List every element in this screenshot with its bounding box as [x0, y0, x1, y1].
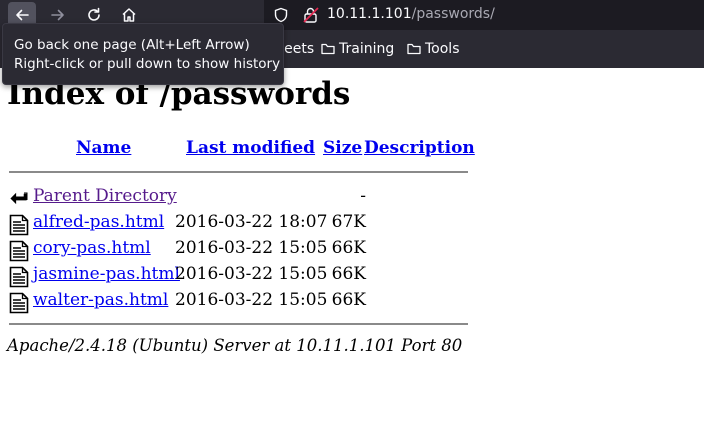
divider-bottom — [9, 323, 468, 325]
file-link-jasmine[interactable]: jasmine-pas.html — [33, 264, 180, 284]
column-header-last-modified[interactable]: Last modified — [186, 138, 315, 158]
tooltip-line-2: Right-click or pull down to show history — [14, 56, 281, 72]
text-file-icon — [9, 266, 29, 293]
arrow-left-icon — [16, 9, 29, 21]
list-item: jasmine-pas.html 2016-03-22 15:05 66K — [9, 264, 479, 288]
bookmark-label: Tools — [425, 41, 460, 57]
parent-directory-link[interactable]: Parent Directory — [33, 186, 177, 206]
file-link-alfred[interactable]: alfred-pas.html — [33, 212, 164, 232]
url-path: /passwords/ — [411, 6, 495, 22]
home-icon — [122, 8, 136, 22]
bookmark-folder-tools[interactable]: Tools — [407, 41, 460, 57]
size-cell: 66K — [331, 264, 366, 284]
url-host: 10.11.1.101 — [327, 6, 412, 22]
column-header-name[interactable]: Name — [76, 138, 131, 158]
folder-icon — [407, 43, 421, 55]
arrow-right-icon — [51, 9, 64, 21]
text-file-icon — [9, 292, 29, 319]
size-cell: - — [360, 186, 366, 206]
back-button-tooltip: Go back one page (Alt+Left Arrow) Right-… — [2, 23, 284, 85]
address-bar[interactable]: 10.11.1.101/passwords/ — [264, 0, 704, 30]
text-file-icon — [9, 240, 29, 267]
reload-icon — [88, 7, 100, 21]
folder-icon — [321, 43, 335, 55]
back-arrow-icon — [9, 188, 29, 213]
list-item: Parent Directory - — [9, 186, 479, 210]
modified-cell: 2016-03-22 15:05 — [175, 290, 328, 310]
insecure-lock-icon[interactable] — [302, 6, 320, 28]
size-cell: 67K — [331, 212, 366, 232]
size-cell: 66K — [331, 238, 366, 258]
bookmark-label: Training — [339, 41, 395, 57]
file-link-cory[interactable]: cory-pas.html — [33, 238, 151, 258]
divider-top — [9, 171, 468, 173]
tooltip-line-1: Go back one page (Alt+Left Arrow) — [14, 37, 250, 53]
modified-cell: 2016-03-22 18:07 — [175, 212, 328, 232]
list-item: cory-pas.html 2016-03-22 15:05 66K — [9, 238, 479, 262]
file-link-walter[interactable]: walter-pas.html — [33, 290, 168, 310]
column-header-description[interactable]: Description — [364, 138, 475, 158]
page-content: Index of /passwords Name Last modified S… — [0, 68, 704, 425]
modified-cell: 2016-03-22 15:05 — [175, 264, 328, 284]
list-item: alfred-pas.html 2016-03-22 18:07 67K — [9, 212, 479, 236]
column-header-size[interactable]: Size — [323, 138, 362, 158]
text-file-icon — [9, 214, 29, 241]
url-text[interactable]: 10.11.1.101/passwords/ — [327, 6, 495, 22]
bookmark-folder-training[interactable]: Training — [321, 41, 394, 57]
size-cell: 66K — [331, 290, 366, 310]
modified-cell: 2016-03-22 15:05 — [175, 238, 328, 258]
list-item: walter-pas.html 2016-03-22 15:05 66K — [9, 290, 479, 314]
server-signature: Apache/2.4.18 (Ubuntu) Server at 10.11.1… — [7, 336, 463, 355]
